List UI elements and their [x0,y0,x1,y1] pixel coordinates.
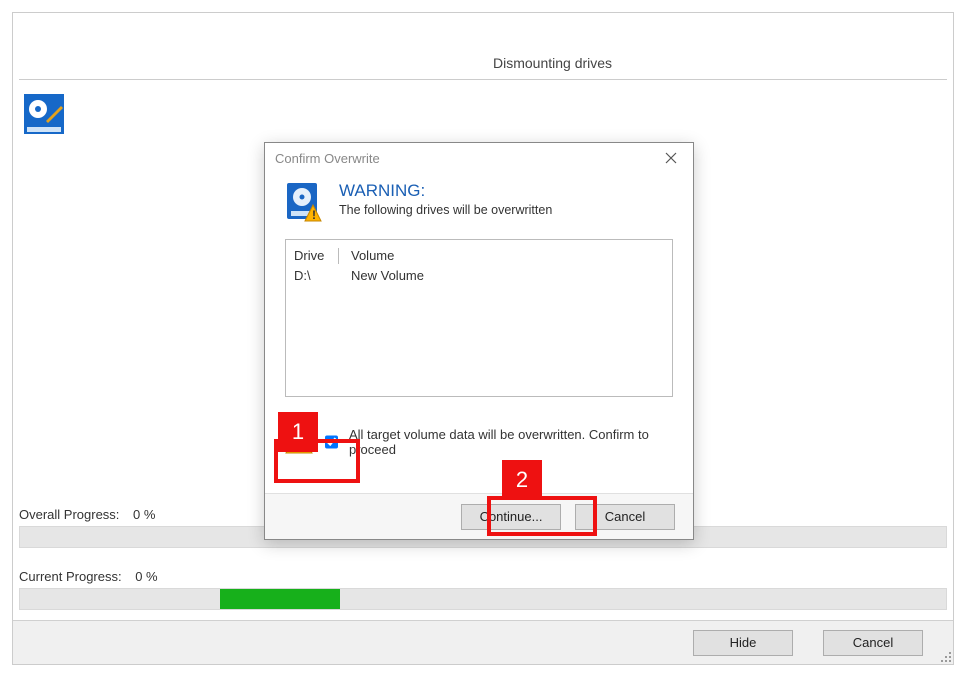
overall-progress-label: Overall Progress: [19,507,119,522]
svg-text:!: ! [312,208,316,222]
col-header-drive: Drive [294,246,334,266]
close-icon [665,152,677,164]
dialog-cancel-button[interactable]: Cancel [575,504,675,530]
confirm-overwrite-dialog: Confirm Overwrite ! WARNING: The fol [264,142,694,540]
current-progress-marquee [220,589,340,609]
bottom-toolbar: Hide Cancel [13,620,953,664]
continue-button[interactable]: Continue... [461,504,561,530]
current-progress-section: Current Progress: 0 % [19,569,947,610]
header-separator [19,79,947,80]
warning-heading: WARNING: [339,181,552,201]
warning-triangle-icon [285,428,313,457]
drives-header-row: Drive Volume [294,246,664,266]
page-title: Dismounting drives [493,55,612,77]
drives-listbox[interactable]: Drive Volume D:\ New Volume [285,239,673,397]
col-header-volume: Volume [343,246,394,266]
current-progress-value: 0 % [135,569,157,584]
dialog-footer: Continue... Cancel [265,493,693,539]
cancel-button[interactable]: Cancel [823,630,923,656]
drive-cell: D:\ [294,266,334,286]
dialog-titlebar[interactable]: Confirm Overwrite [265,143,693,173]
dismount-drives-icon [23,93,65,135]
drive-row[interactable]: D:\ New Volume [294,266,664,286]
current-progress-bar [19,588,947,610]
dialog-title: Confirm Overwrite [275,151,651,166]
close-button[interactable] [651,144,691,172]
current-progress-label: Current Progress: [19,569,122,584]
drive-warning-icon: ! [285,181,325,225]
volume-cell: New Volume [343,266,424,286]
warning-subtext: The following drives will be overwritten [339,203,552,217]
confirm-overwrite-checkbox[interactable] [325,435,338,449]
resize-grip[interactable] [937,648,951,662]
overall-progress-value: 0 % [133,507,155,522]
hide-button[interactable]: Hide [693,630,793,656]
confirm-overwrite-text: All target volume data will be overwritt… [349,427,673,457]
